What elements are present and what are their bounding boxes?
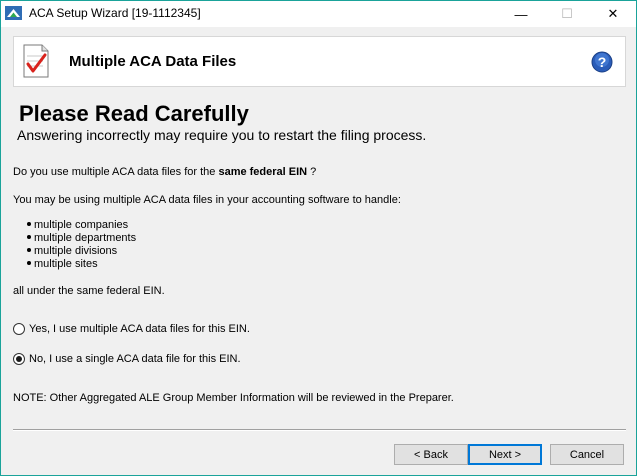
maximize-button[interactable]: ☐	[544, 1, 590, 27]
reasons-list: multiple companies multiple departments …	[27, 219, 136, 271]
cancel-button[interactable]: Cancel	[550, 444, 624, 465]
radio-button-multiple[interactable]	[13, 323, 25, 335]
back-button[interactable]: < Back	[394, 444, 468, 465]
closing-text: all under the same federal EIN.	[13, 285, 165, 297]
help-icon[interactable]: ?	[591, 51, 613, 73]
title-bar[interactable]: ACA Setup Wizard [19-1112345] — ☐ ✕	[1, 1, 636, 27]
radio-option-multiple[interactable]: Yes, I use multiple ACA data files for t…	[13, 321, 250, 337]
radio-option-single[interactable]: No, I use a single ACA data file for thi…	[13, 351, 241, 367]
question-suffix: ?	[310, 166, 317, 178]
bullet-icon	[27, 235, 31, 240]
bullet-icon	[27, 261, 31, 266]
wizard-header: Multiple ACA Data Files ?	[13, 36, 626, 87]
minimize-button[interactable]: —	[498, 1, 544, 27]
list-item: multiple sites	[27, 258, 136, 271]
radio-label-multiple[interactable]: Yes, I use multiple ACA data files for t…	[29, 323, 250, 335]
list-item: multiple departments	[27, 232, 136, 245]
window-title: ACA Setup Wizard [19-1112345]	[29, 6, 201, 20]
question-text: Do you use multiple ACA data files for t…	[13, 166, 316, 178]
footer-divider	[13, 429, 626, 431]
radio-label-single[interactable]: No, I use a single ACA data file for thi…	[29, 353, 241, 365]
next-button[interactable]: Next >	[468, 444, 542, 465]
note-text: NOTE: Other Aggregated ALE Group Member …	[13, 392, 454, 404]
wizard-window: ACA Setup Wizard [19-1112345] — ☐ ✕ Mult…	[0, 0, 637, 476]
page-title: Multiple ACA Data Files	[69, 53, 237, 70]
heading: Please Read Carefully	[19, 101, 249, 126]
intro-text: You may be using multiple ACA data files…	[13, 194, 401, 206]
subheading: Answering incorrectly may require you to…	[17, 127, 427, 143]
bullet-icon	[27, 248, 31, 253]
question-prefix: Do you use multiple ACA data files for t…	[13, 166, 216, 178]
svg-text:?: ?	[598, 54, 607, 70]
list-item: multiple divisions	[27, 245, 136, 258]
checklist-icon	[23, 44, 49, 78]
app-logo-icon	[5, 6, 22, 20]
close-button[interactable]: ✕	[590, 1, 636, 27]
radio-button-single[interactable]	[13, 353, 25, 365]
list-item: multiple companies	[27, 219, 136, 232]
question-bold: same federal EIN	[218, 166, 308, 178]
bullet-icon	[27, 222, 31, 227]
